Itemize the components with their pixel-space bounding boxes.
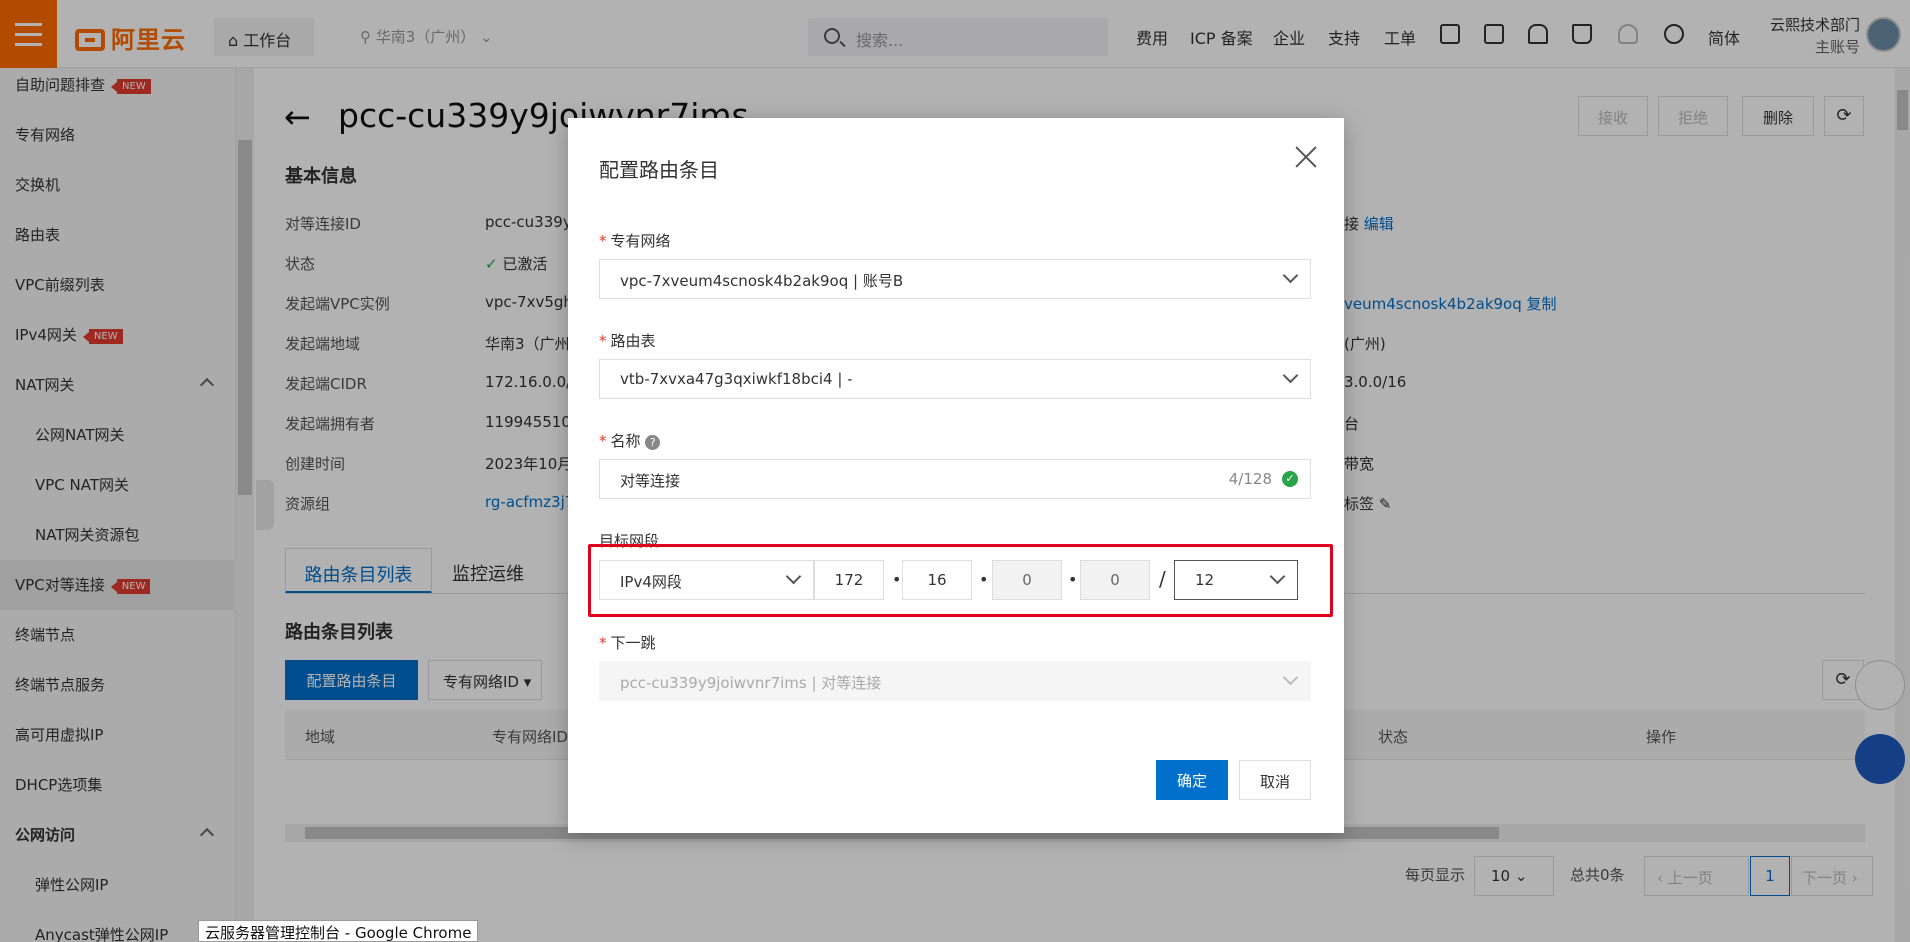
next-hop-select: pcc-cu339y9joiwvnr7ims | 对等连接: [599, 661, 1311, 701]
route-table-label: * 路由表: [599, 332, 656, 350]
route-table-select[interactable]: vtb-7xvxa47g3qxiwkf18bci4 | -: [599, 359, 1311, 399]
config-route-dialog: 配置路由条目 * 专有网络 vpc-7xveum4scnosk4b2ak9oq |…: [568, 118, 1344, 833]
window-tooltip: 云服务器管理控制台 - Google Chrome: [198, 920, 479, 942]
name-label: * 名称 ?: [599, 430, 661, 451]
vpc-select[interactable]: vpc-7xveum4scnosk4b2ak9oq | 账号B: [599, 259, 1311, 299]
confirm-button[interactable]: 确定: [1156, 760, 1228, 800]
check-circle-icon: ✓: [1282, 471, 1298, 487]
help-icon: ?: [645, 435, 661, 450]
cancel-button[interactable]: 取消: [1239, 760, 1311, 800]
name-input[interactable]: 对等连接 4/128 ✓: [599, 459, 1311, 499]
vpc-label: * 专有网络: [599, 232, 671, 250]
highlight-box: [588, 544, 1333, 617]
chevron-down-icon: [1282, 669, 1299, 686]
dialog-title: 配置路由条目: [599, 158, 719, 182]
close-icon[interactable]: [1292, 143, 1320, 171]
chevron-down-icon: [1282, 367, 1299, 384]
next-hop-label: * 下一跳: [599, 634, 656, 652]
chevron-down-icon: [1282, 267, 1299, 284]
char-count: 4/128: [1228, 470, 1272, 488]
